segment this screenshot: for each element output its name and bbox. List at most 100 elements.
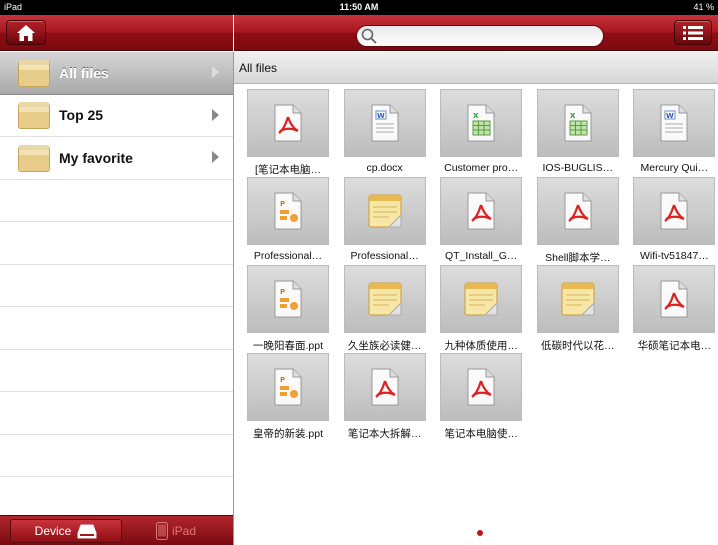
pdf-file-icon [564, 192, 592, 230]
page-indicator-dot [477, 530, 483, 536]
file-name: Professional… [253, 250, 323, 262]
battery-level: 41 % [693, 2, 714, 12]
clock: 11:50 AM [339, 2, 379, 12]
sidebar-empty-row [0, 392, 233, 435]
home-button[interactable] [6, 20, 46, 45]
file-item[interactable]: Professional… [343, 177, 426, 262]
file-thumbnail [440, 353, 523, 421]
svg-text:W: W [377, 112, 385, 120]
file-name: QT_Install_G… [445, 250, 518, 262]
note-file-icon [464, 282, 498, 316]
file-thumbnail [633, 265, 716, 333]
file-thumbnail [633, 177, 716, 245]
pdf-file-icon [274, 104, 302, 142]
excel-file-icon: X [467, 104, 495, 142]
note-file-icon [561, 282, 595, 316]
file-item[interactable]: P 一晚阳春面.ppt [247, 265, 329, 352]
sidebar-empty-row [0, 222, 233, 265]
folder-icon [18, 144, 50, 172]
file-thumbnail [440, 177, 523, 245]
powerpoint-file-icon: P [274, 192, 302, 230]
sidebar-empty-row [0, 307, 233, 350]
file-name: Mercury Qui… [640, 162, 709, 174]
status-bar: iPad 11:50 AM 41 % [0, 0, 718, 15]
file-item[interactable]: P 皇帝的新装.ppt [247, 353, 329, 440]
excel-file-icon: X [564, 104, 592, 142]
sidebar-empty-row [0, 477, 233, 520]
sidebar-empty-row [0, 435, 233, 477]
sidebar-empty-row [0, 180, 233, 222]
tab-device-label: Device [34, 524, 72, 538]
sidebar-item-label: All files [59, 64, 109, 81]
file-item[interactable]: Wifi-tv51847… [633, 177, 716, 262]
file-item[interactable]: W Mercury Qui… [633, 89, 716, 174]
sidebar-item-all-files[interactable]: All files [0, 52, 233, 95]
file-name: 笔记本电脑使… [444, 428, 518, 440]
file-name: cp.docx [366, 162, 403, 174]
note-file-icon [368, 194, 402, 228]
file-item[interactable]: 笔记本大拆解… [343, 353, 426, 440]
file-item[interactable]: 九种体质使用… [440, 265, 523, 352]
search-icon [361, 28, 377, 44]
file-item[interactable]: Shell脚本学… [536, 177, 619, 264]
note-file-icon [368, 282, 402, 316]
file-item[interactable]: Wcp.docx [343, 89, 426, 174]
file-thumbnail [343, 177, 426, 245]
file-item[interactable]: 久坐族必读健… [343, 265, 426, 352]
sidebar-empty-row [0, 350, 233, 392]
ipad-icon [155, 522, 168, 540]
svg-text:W: W [666, 112, 674, 120]
tab-ipad-label: iPad [171, 524, 197, 538]
file-name: 九种体质使用… [444, 340, 518, 352]
file-name: 久坐族必读健… [347, 340, 422, 352]
file-item[interactable]: 低碳时代以花… [536, 265, 619, 352]
file-item[interactable]: X Customer pro… [440, 89, 523, 174]
svg-text:P: P [280, 376, 285, 384]
file-thumbnail [343, 353, 426, 421]
file-name: Professional… [350, 250, 419, 262]
file-name: 华硕笔记本电… [637, 340, 712, 352]
powerpoint-file-icon: P [274, 368, 302, 406]
file-item[interactable]: QT_Install_G… [440, 177, 523, 262]
file-name: 一晚阳春面.ppt [252, 340, 323, 352]
file-item[interactable]: X IOS-BUGLIS… [536, 89, 619, 174]
chevron-right-icon [212, 108, 219, 121]
file-thumbnail: P [247, 353, 329, 421]
tab-ipad[interactable]: iPad [124, 519, 228, 543]
file-name: IOS-BUGLIS… [542, 162, 614, 174]
sidebar-toolbar [0, 15, 233, 51]
file-thumbnail: P [247, 265, 329, 333]
sidebar-divider [233, 52, 234, 545]
svg-text:P: P [280, 200, 285, 208]
content-toolbar [234, 15, 718, 51]
chevron-right-icon [212, 151, 219, 163]
pdf-file-icon [467, 368, 495, 406]
tab-device[interactable]: Device [10, 519, 122, 543]
search-input[interactable] [381, 29, 603, 43]
file-item[interactable]: [笔记本电脑… [247, 89, 329, 176]
file-name: Shell脚本学… [545, 252, 611, 264]
sidebar-item-my-favorite[interactable]: My favorite [0, 137, 233, 180]
file-thumbnail [343, 265, 426, 333]
list-view-button[interactable] [674, 20, 712, 45]
file-item[interactable]: P Professional… [247, 177, 329, 262]
svg-text:X: X [473, 112, 479, 120]
file-thumbnail [536, 265, 619, 333]
word-file-icon: W [660, 104, 688, 142]
folder-icon [18, 102, 50, 130]
search-field[interactable] [356, 25, 604, 47]
file-thumbnail [247, 89, 329, 157]
file-name: 皇帝的新装.ppt [252, 428, 323, 440]
file-thumbnail: W [343, 89, 426, 157]
file-name: Customer pro… [444, 162, 519, 174]
svg-text:P: P [280, 288, 285, 296]
file-item[interactable]: 笔记本电脑使… [440, 353, 523, 440]
folder-icon [18, 59, 50, 87]
file-name: [笔记本电脑… [255, 164, 321, 176]
source-tab-bar: Device iPad [0, 515, 233, 545]
pdf-file-icon [371, 368, 399, 406]
sidebar-item-top-25[interactable]: Top 25 [0, 95, 233, 137]
sidebar-empty-row [0, 265, 233, 307]
file-item[interactable]: 华硕笔记本电… [633, 265, 716, 352]
word-file-icon: W [371, 104, 399, 142]
